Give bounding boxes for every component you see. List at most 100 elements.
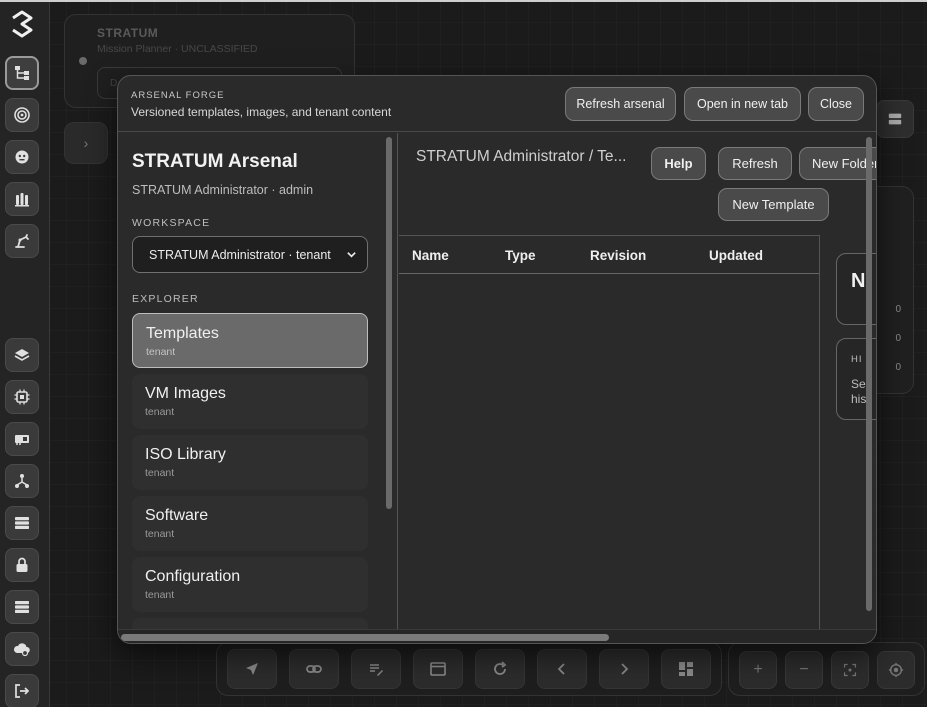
refresh-arsenal-button[interactable]: Refresh arsenal	[565, 87, 676, 121]
rail-arsenal-button[interactable]	[5, 182, 39, 216]
open-new-tab-button[interactable]: Open in new tab	[684, 87, 801, 121]
rail-mission-planner-button[interactable]	[5, 56, 39, 90]
stat-count: 0	[895, 333, 901, 344]
rail-bot-button[interactable]	[5, 140, 39, 174]
breadcrumb: STRATUM Administrator / Te...	[416, 148, 627, 165]
table-header: Name Type Revision Updated	[399, 236, 819, 274]
link-icon	[306, 665, 322, 673]
window-button[interactable]	[413, 649, 463, 689]
cpu-icon	[14, 389, 30, 405]
modal-subtitle: Versioned templates, images, and tenant …	[131, 105, 392, 119]
horizontal-scroll-track	[118, 629, 876, 643]
rail-servers-button[interactable]	[5, 506, 39, 540]
modal-header: ARSENAL FORGE Versioned templates, image…	[118, 76, 876, 132]
rail-logout-button[interactable]	[5, 674, 39, 707]
rail-storage-button[interactable]	[5, 590, 39, 624]
zoom-in-button[interactable]: +	[739, 651, 777, 689]
zoom-out-button[interactable]: −	[785, 651, 823, 689]
history-text: Se	[851, 377, 866, 391]
stat-count: 0	[895, 304, 901, 315]
explorer-item-label: ISO Library	[145, 446, 226, 463]
modal-kicker: ARSENAL FORGE	[131, 90, 225, 101]
navigate-button[interactable]	[227, 649, 277, 689]
dashboard-button[interactable]	[661, 649, 711, 689]
sidebar-scrollbar[interactable]	[386, 137, 392, 509]
bot-icon	[15, 150, 29, 164]
refresh-map-button[interactable]	[475, 649, 525, 689]
arsenal-title: STRATUM Arsenal	[132, 151, 298, 172]
horizontal-scrollbar[interactable]	[121, 634, 609, 641]
rail-cpu-button[interactable]	[5, 380, 39, 414]
previous-button[interactable]	[537, 649, 587, 689]
explorer-item-iso-library[interactable]: ISO Library tenant	[132, 435, 368, 490]
chevron-left-icon	[557, 663, 565, 675]
stratum-logo-icon	[9, 10, 35, 38]
rail-robot-arm-button[interactable]	[5, 224, 39, 258]
fit-view-button[interactable]	[831, 651, 869, 689]
rail-security-button[interactable]	[5, 548, 39, 582]
column-header-revision[interactable]: Revision	[590, 248, 646, 263]
refresh-button[interactable]: Refresh	[718, 147, 792, 180]
window-icon	[430, 662, 446, 676]
expand-panel-button[interactable]: ›	[64, 122, 108, 164]
ammo-icon	[15, 193, 29, 207]
server-icon	[888, 113, 902, 125]
rail-topology-button[interactable]	[5, 464, 39, 498]
workspace-select[interactable]: STRATUM Administrator · tenant	[132, 236, 368, 273]
server-list-icon	[15, 517, 29, 529]
help-button[interactable]: Help	[651, 147, 706, 180]
explorer-item-label: VM Images	[145, 385, 226, 402]
crosshair-icon	[888, 662, 904, 678]
plus-icon: +	[753, 661, 763, 678]
rail-network-card-button[interactable]	[5, 422, 39, 456]
column-header-type[interactable]: Type	[505, 248, 536, 263]
cloud-gear-icon	[13, 643, 30, 657]
explorer-item-vm-images[interactable]: VM Images tenant	[132, 374, 368, 429]
edit-notes-button[interactable]	[351, 649, 401, 689]
main-scrollbar[interactable]	[866, 137, 872, 611]
server-panel-button[interactable]	[876, 100, 914, 138]
arsenal-sidebar: STRATUM Arsenal STRATUM Administrator · …	[118, 133, 398, 638]
history-label: HI	[851, 354, 863, 365]
link-button[interactable]	[289, 649, 339, 689]
close-button[interactable]: Close	[808, 87, 864, 121]
logout-icon	[15, 684, 30, 698]
current-user: STRATUM Administrator · admin	[132, 183, 314, 197]
layers-icon	[14, 349, 30, 361]
next-button[interactable]	[599, 649, 649, 689]
explorer-item-configuration[interactable]: Configuration tenant	[132, 557, 368, 612]
rail-target-button[interactable]	[5, 98, 39, 132]
help-button-label: Help	[664, 156, 693, 171]
explorer-item-software[interactable]: Software tenant	[132, 496, 368, 551]
explorer-item-scope: tenant	[145, 528, 175, 540]
left-rail	[0, 2, 50, 707]
arsenal-forge-modal: ARSENAL FORGE Versioned templates, image…	[117, 75, 877, 644]
explorer-item-label: Templates	[146, 325, 219, 342]
details-initial: N	[851, 270, 866, 292]
arsenal-main: STRATUM Administrator / Te... Help Refre…	[399, 133, 876, 629]
robot-arm-icon	[15, 234, 29, 248]
fit-screen-icon	[843, 663, 857, 677]
explorer-item-label: Configuration	[145, 568, 241, 585]
details-divider	[819, 235, 820, 629]
column-header-name[interactable]: Name	[412, 248, 449, 263]
navigation-arrow-icon	[246, 663, 258, 675]
workspace-label: WORKSPACE	[132, 217, 211, 229]
chevron-right-icon: ›	[83, 135, 89, 151]
zoom-controls: + −	[728, 642, 925, 696]
workspace-select-value: STRATUM Administrator · tenant	[149, 247, 331, 262]
map-toolbar	[216, 642, 722, 696]
chevron-right-icon	[621, 663, 629, 675]
column-header-updated[interactable]: Updated	[709, 248, 763, 263]
locate-button[interactable]	[877, 651, 915, 689]
mission-title: STRATUM	[97, 26, 159, 40]
rail-layers-button[interactable]	[5, 338, 39, 372]
minus-icon: −	[799, 661, 809, 678]
refresh-icon	[494, 661, 507, 675]
new-template-button[interactable]: New Template	[718, 188, 829, 221]
chevron-down-icon	[347, 252, 356, 258]
rail-cloud-settings-button[interactable]	[5, 632, 39, 666]
storage-list-icon	[15, 601, 29, 613]
explorer-item-scope: tenant	[145, 467, 175, 479]
explorer-item-templates[interactable]: Templates tenant	[132, 313, 368, 368]
